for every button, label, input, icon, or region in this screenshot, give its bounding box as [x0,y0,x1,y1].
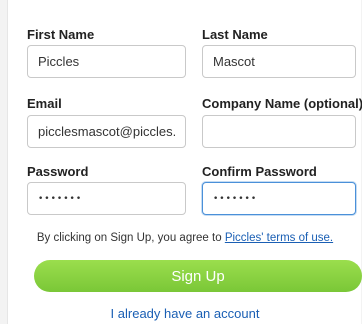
last-name-input[interactable] [202,45,356,78]
company-name-input[interactable] [202,115,356,148]
sign-up-button[interactable]: Sign Up [34,260,362,292]
terms-text: By clicking on Sign Up, you agree to [36,232,222,244]
password-input[interactable] [27,182,186,215]
first-name-label: First Name [27,27,95,42]
terms-notice: By clicking on Sign Up, you agree to Pic… [8,232,362,244]
existing-account-link[interactable]: I already have an account [8,306,362,321]
company-name-label: Company Name (optional) [202,96,362,111]
confirm-password-label: Confirm Password [202,164,317,179]
password-label: Password [27,164,89,179]
email-label: Email [27,96,62,111]
first-name-input[interactable] [27,45,186,78]
signup-form: First Name Last Name Email Company Name … [7,0,362,324]
confirm-password-input[interactable] [202,182,356,215]
email-input[interactable] [27,115,186,148]
terms-of-use-link[interactable]: Piccles' terms of use. [225,232,333,244]
last-name-label: Last Name [202,27,268,42]
